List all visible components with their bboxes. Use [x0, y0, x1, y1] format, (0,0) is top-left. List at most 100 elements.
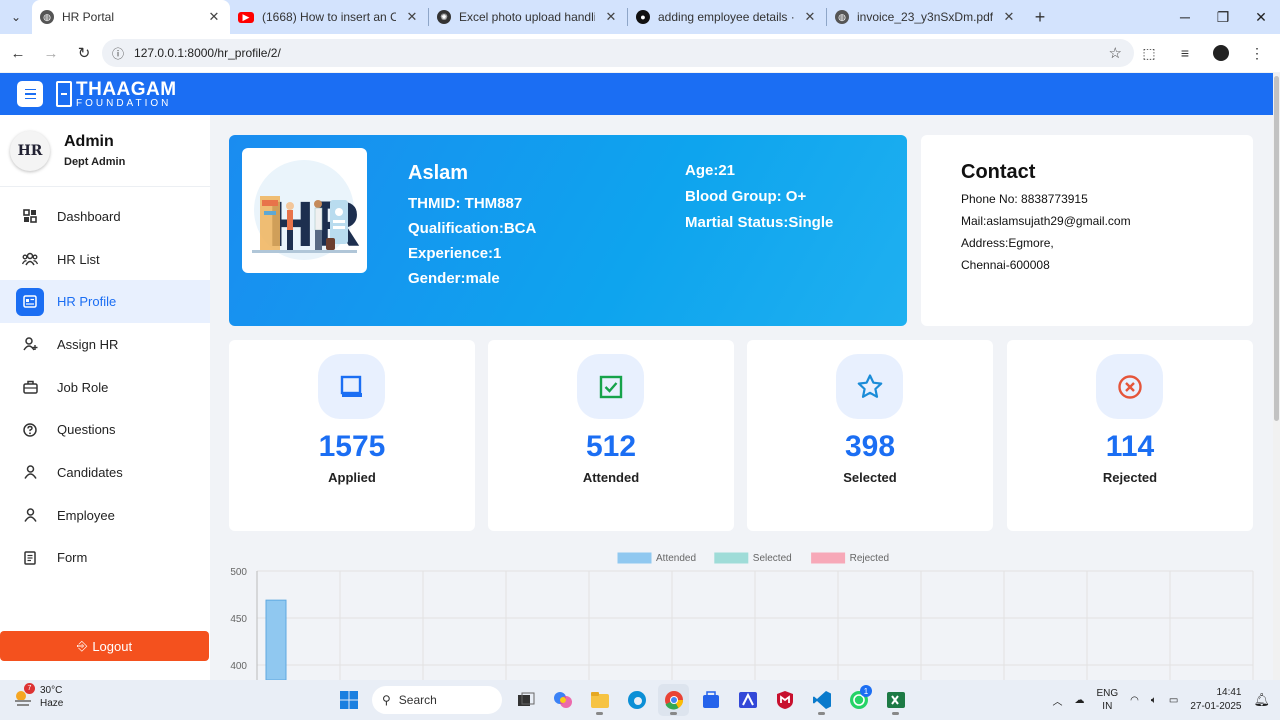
contact-card: Contact Phone No: 8838773915 Mail:aslams… [921, 135, 1253, 326]
browser-tab-active[interactable]: ◍ HR Portal ✕ [32, 0, 230, 34]
edge-icon[interactable] [621, 684, 652, 716]
chrome-icon[interactable] [658, 684, 689, 716]
close-tab-icon[interactable]: ✕ [206, 9, 222, 25]
sidebar-item-hr-profile[interactable]: HR Profile [0, 280, 210, 324]
back-arrow-icon[interactable]: ← [3, 38, 33, 68]
weather-badge: 7 [24, 683, 35, 694]
stat-value: 1575 [318, 430, 386, 463]
volume-icon[interactable]: 🔈︎ [1151, 695, 1157, 706]
legend-label: Selected [753, 553, 792, 564]
sidebar-item-dashboard[interactable]: Dashboard [0, 195, 210, 238]
github-icon: ● [636, 10, 650, 24]
whatsapp-icon[interactable]: 1 [843, 684, 874, 716]
browser-tab[interactable]: ● adding employee details · Issue ✕ [628, 0, 826, 34]
sidebar-item-candidates[interactable]: Candidates [0, 451, 210, 494]
y-tick-label: 500 [230, 567, 247, 578]
reload-icon[interactable]: ↻ [69, 38, 99, 68]
sidebar-item-label: HR Profile [57, 294, 117, 310]
stat-card-selected: 398 Selected [747, 340, 993, 531]
sidebar-item-questions[interactable]: Questions [0, 408, 210, 451]
stat-value: 512 [585, 430, 637, 463]
stat-card-rejected: 114 Rejected [1007, 340, 1253, 531]
minimize-icon[interactable]: ─ [1166, 0, 1204, 34]
weather-haze-icon: 7 [12, 683, 35, 708]
bookmark-star-icon[interactable]: ☆ [1109, 44, 1122, 62]
file-explorer-icon[interactable] [584, 684, 615, 716]
close-tab-icon[interactable]: ✕ [404, 9, 420, 25]
bar [265, 599, 287, 680]
extensions-icon[interactable]: ⬚ [1134, 38, 1164, 68]
hamburger-menu-icon[interactable] [17, 81, 43, 107]
tab-title: Excel photo upload handling [459, 10, 595, 24]
forward-arrow-icon[interactable]: → [36, 38, 66, 68]
sidebar-item-form[interactable]: Form [0, 537, 210, 580]
logout-button[interactable]: ⎆ Logout [0, 631, 209, 661]
user-icon [16, 501, 44, 529]
close-tab-icon[interactable]: ✕ [802, 9, 818, 25]
page-scrollbar-thumb[interactable] [1274, 76, 1279, 421]
windows-taskbar: 7 30°C Haze ⚲ Search 1 ︿ ☁ ENG IN ◠ 🔈︎ ▭… [0, 680, 1280, 720]
profile-thmid: THMID: THM887 [408, 195, 523, 212]
sidebar-item-label: HR List [57, 251, 100, 267]
sidebar-item-job-role[interactable]: Job Role [0, 366, 210, 409]
legend-swatch [714, 552, 749, 564]
notification-bell-icon[interactable]: 🔔︎ [1253, 692, 1270, 708]
browser-tab[interactable]: ✺ Excel photo upload handling ✕ [429, 0, 627, 34]
language-indicator[interactable]: ENG IN [1096, 687, 1118, 713]
weather-widget[interactable]: 7 30°C Haze [12, 683, 63, 710]
clock[interactable]: 14:41 27-01-2025 [1190, 686, 1241, 714]
kebab-menu-icon[interactable]: ⋮ [1242, 38, 1272, 68]
stat-label: Attended [582, 470, 640, 485]
stat-label: Selected [843, 470, 897, 485]
media-controls-icon[interactable]: ≡ [1170, 38, 1200, 68]
browser-tab-strip: ⌄ ◍ HR Portal ✕ ▶ (1668) How to insert a… [0, 0, 1280, 34]
profile-experience: Experience:1 [408, 245, 502, 262]
stat-label: Rejected [1102, 470, 1158, 485]
youtube-icon: ▶ [238, 11, 254, 23]
tab-title: invoice_23_y3nSxDm.pdf [857, 10, 993, 24]
battery-icon[interactable]: ▭ [1169, 695, 1178, 706]
search-placeholder: Search [398, 693, 437, 707]
chevron-up-icon[interactable]: ︿ [1052, 693, 1062, 708]
sidebar-item-label: Candidates [57, 464, 123, 480]
wifi-icon[interactable]: ◠ [1130, 695, 1139, 706]
copilot-icon[interactable] [547, 684, 578, 716]
stat-label: Applied [328, 470, 376, 485]
search-icon: ⚲ [382, 693, 391, 707]
sidebar: HR Admin Dept Admin Dashboard HR List HR… [0, 115, 210, 680]
close-tab-icon[interactable]: ✕ [603, 9, 619, 25]
sidebar-item-hr-list[interactable]: HR List [0, 238, 210, 281]
legend-swatch [617, 552, 652, 564]
excel-icon[interactable] [880, 684, 911, 716]
network-cloud-icon[interactable]: ☁ [1074, 695, 1084, 706]
sidebar-item-assign-hr[interactable]: Assign HR [0, 323, 210, 366]
close-window-icon[interactable]: ✕ [1242, 0, 1280, 34]
close-tab-icon[interactable]: ✕ [1001, 9, 1017, 25]
task-view-icon[interactable] [510, 684, 541, 716]
new-tab-button[interactable]: + [1025, 0, 1055, 34]
sidebar-item-employee[interactable]: Employee [0, 494, 210, 537]
windows-start-icon[interactable] [333, 684, 364, 716]
logo-mark-icon [56, 81, 72, 107]
vscode-icon[interactable] [806, 684, 837, 716]
restore-icon[interactable]: ❐ [1204, 0, 1242, 34]
mcafee-icon[interactable] [769, 684, 800, 716]
globe-icon: ◍ [40, 10, 54, 24]
sidebar-menu: Dashboard HR List HR Profile Assign HR J… [0, 195, 210, 579]
user-role: Dept Admin [64, 156, 126, 168]
tab-search-chevron-icon[interactable]: ⌄ [0, 0, 32, 34]
profile-illustration: HR [242, 148, 367, 273]
browser-tab[interactable]: ▶ (1668) How to insert an Object ✕ [230, 0, 428, 34]
store-icon[interactable] [695, 684, 726, 716]
browser-tab[interactable]: ◍ invoice_23_y3nSxDm.pdf ✕ [827, 0, 1025, 34]
url-text: 127.0.0.1:8000/hr_profile/2/ [134, 46, 281, 60]
tab-title: HR Portal [62, 10, 115, 24]
profile-blood-group: Blood Group: O+ [685, 188, 807, 205]
taskbar-search[interactable]: ⚲ Search [372, 686, 502, 714]
site-info-icon[interactable]: ⓘ [112, 45, 124, 62]
editor-app-icon[interactable] [732, 684, 763, 716]
clock-time: 14:41 [1216, 687, 1242, 698]
address-bar[interactable]: ⓘ 127.0.0.1:8000/hr_profile/2/ ☆ [102, 39, 1134, 67]
profile-avatar-icon[interactable] [1206, 38, 1236, 68]
bar-chart: Attended Selected Rejected 500 450 400 [210, 545, 1273, 680]
